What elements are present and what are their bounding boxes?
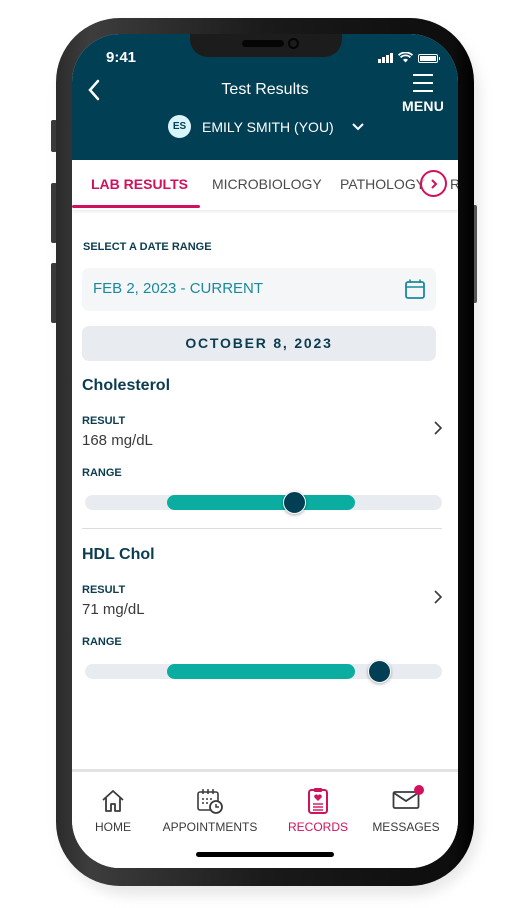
result-marker <box>283 491 307 514</box>
range-label: RANGE <box>82 636 122 648</box>
nav-home[interactable]: HOME <box>92 786 134 834</box>
chevron-right-icon[interactable] <box>432 589 444 605</box>
chevron-right-icon[interactable] <box>432 420 444 436</box>
user-selector[interactable]: ES EMILY SMITH (YOU) <box>168 115 365 138</box>
result-label: RESULT <box>82 584 126 596</box>
user-name: EMILY SMITH (YOU) <box>202 118 334 135</box>
phone-screen: 9:41 Test Results MENU ES EMILY SMITH (Y… <box>72 34 458 868</box>
result-marker <box>367 660 391 683</box>
range-track <box>85 660 442 683</box>
date-range-value: FEB 2, 2023 - CURRENT <box>93 280 264 297</box>
range-track <box>85 491 442 514</box>
phone-notch <box>190 34 342 57</box>
wifi-icon <box>398 52 413 63</box>
menu-button[interactable]: MENU <box>398 74 448 114</box>
tab-lab-results[interactable]: LAB RESULTS <box>91 176 188 192</box>
test-name: HDL Chol <box>82 546 155 563</box>
home-indicator <box>196 852 334 857</box>
hamburger-icon <box>413 74 433 92</box>
active-tab-indicator <box>72 205 200 208</box>
nav-messages[interactable]: MESSAGES <box>370 784 442 834</box>
nav-label: APPOINTMENTS <box>162 820 258 834</box>
date-range-picker[interactable]: FEB 2, 2023 - CURRENT <box>82 268 436 311</box>
test-name: Cholesterol <box>82 377 171 394</box>
date-group-header: OCTOBER 8, 2023 <box>82 326 436 361</box>
result-value: 71 mg/dL <box>82 601 145 618</box>
status-icons <box>378 52 440 63</box>
avatar: ES <box>168 115 191 138</box>
category-tabs: LAB RESULTS MICROBIOLOGY PATHOLOGY R <box>72 160 458 210</box>
menu-label: MENU <box>401 98 445 114</box>
calendar-icon[interactable] <box>404 278 426 300</box>
result-label: RESULT <box>82 415 126 427</box>
notification-badge <box>414 784 424 795</box>
date-range-label: SELECT A DATE RANGE <box>83 241 212 253</box>
normal-range-band <box>167 495 355 510</box>
nav-label: HOME <box>95 820 131 834</box>
nav-label: MESSAGES <box>372 820 440 834</box>
tab-partial[interactable]: R <box>450 176 458 192</box>
result-card[interactable]: Cholesterol RESULT 168 mg/dL RANGE <box>82 377 444 517</box>
home-icon <box>102 790 124 812</box>
tab-pathology[interactable]: PATHOLOGY <box>340 176 425 192</box>
signal-icon <box>378 53 393 63</box>
status-time: 9:41 <box>106 49 137 66</box>
tab-microbiology[interactable]: MICROBIOLOGY <box>212 176 322 192</box>
calendar-clock-icon <box>197 789 223 814</box>
clipboard-heart-icon <box>308 788 328 814</box>
result-value: 168 mg/dL <box>82 432 153 449</box>
battery-icon <box>418 54 440 63</box>
nav-label: RECORDS <box>287 820 348 834</box>
chevron-right-icon <box>430 178 437 189</box>
tabs-next-button[interactable] <box>420 170 447 197</box>
card-divider <box>82 528 442 529</box>
nav-appointments[interactable]: APPOINTMENTS <box>160 786 260 834</box>
nav-records[interactable]: RECORDS <box>286 786 350 834</box>
normal-range-band <box>167 664 355 679</box>
range-label: RANGE <box>82 467 122 479</box>
chevron-down-icon <box>352 122 364 130</box>
result-card[interactable]: HDL Chol RESULT 71 mg/dL RANGE <box>82 546 444 686</box>
